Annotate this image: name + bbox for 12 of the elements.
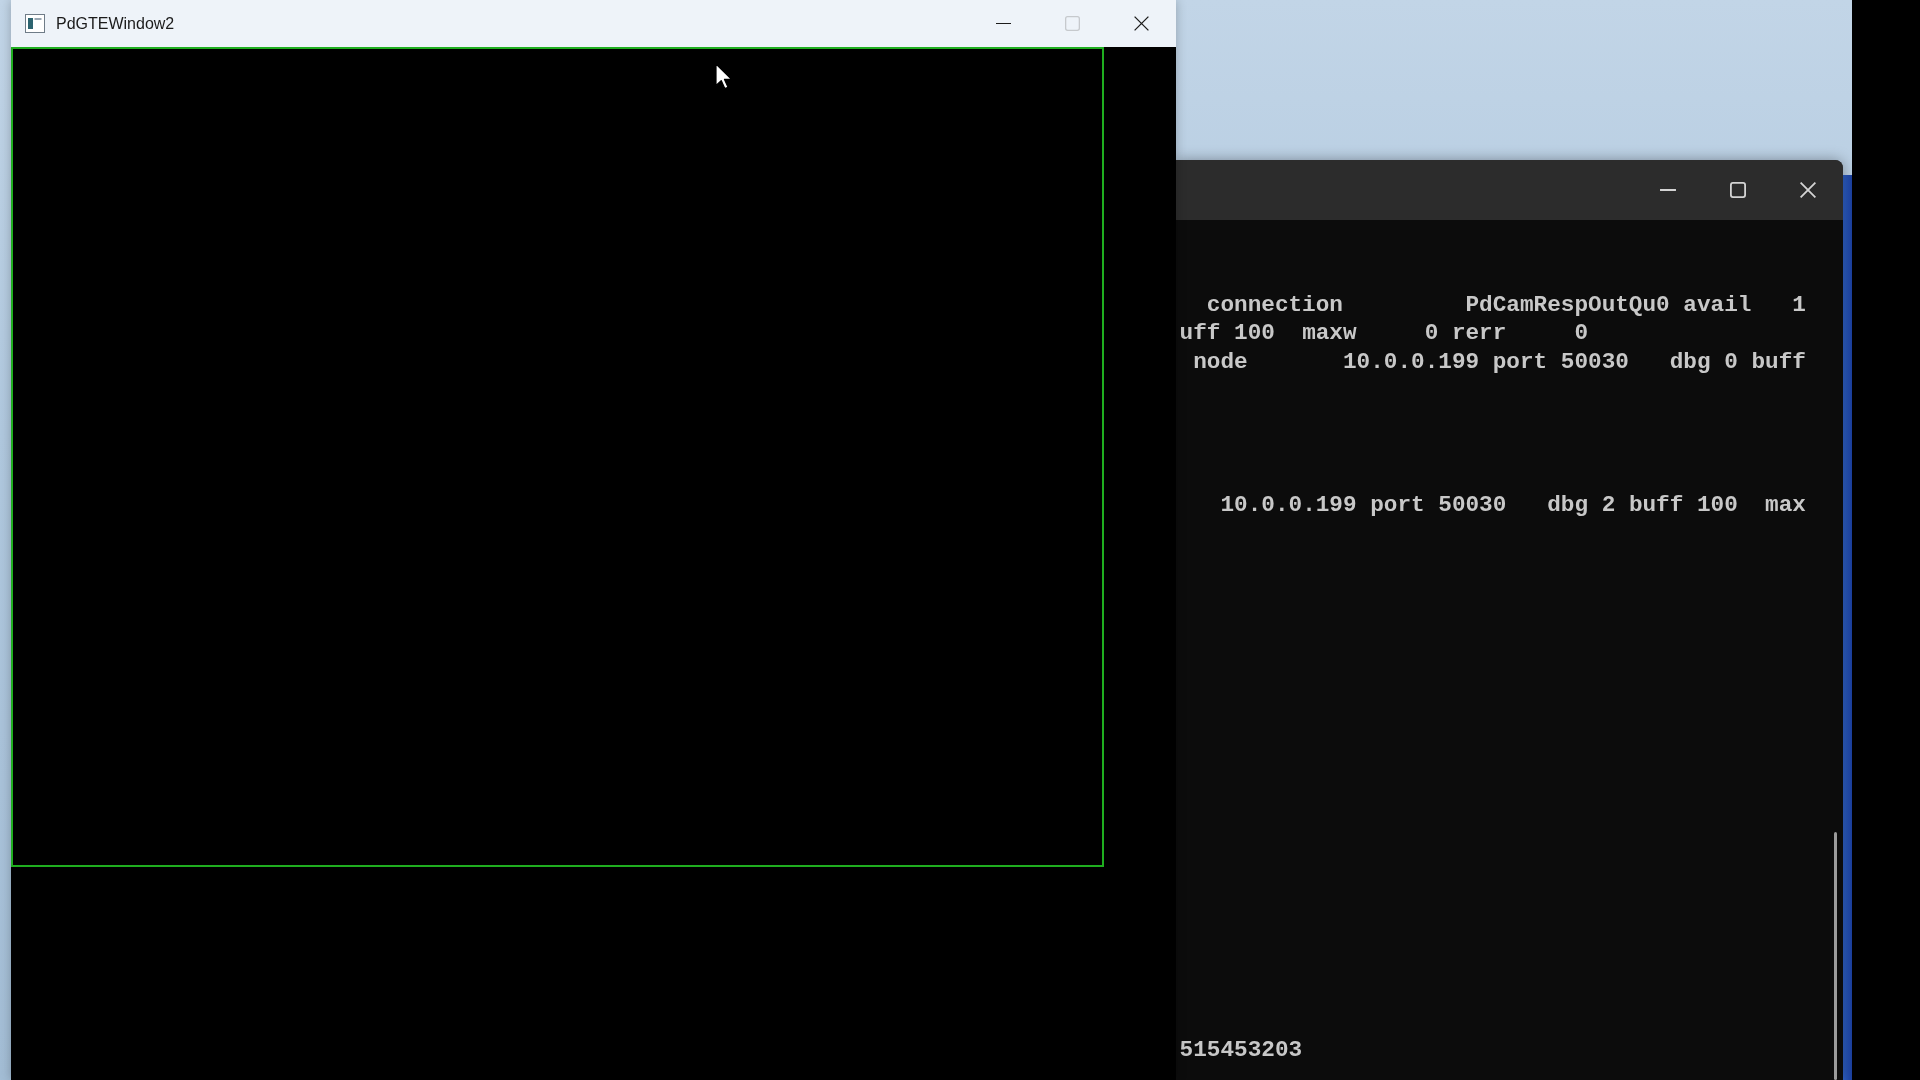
cursor-icon — [715, 63, 733, 90]
scrollbar-thumb[interactable] — [1834, 832, 1837, 1080]
window-title: PdGTEWindow2 — [56, 14, 175, 33]
terminal-output-line: uff 100 maxw 0 rerr 0 — [1179, 319, 1589, 348]
close-icon — [1800, 182, 1816, 198]
terminal-output-line: 515453203 — [1179, 1036, 1303, 1066]
terminal-output-line: 10.0.0.199 port 50030 dbg 2 buff 100 max — [1220, 491, 1806, 521]
minimize-icon — [1660, 188, 1676, 192]
window-icon — [25, 14, 45, 33]
terminal-output-line: node 10.0.0.199 port 50030 dbg 0 buff — [1193, 347, 1806, 377]
terminal-output-line: connection PdCamRespOutQu0 avail 1 — [1206, 290, 1806, 320]
maximize-icon — [1730, 182, 1746, 198]
